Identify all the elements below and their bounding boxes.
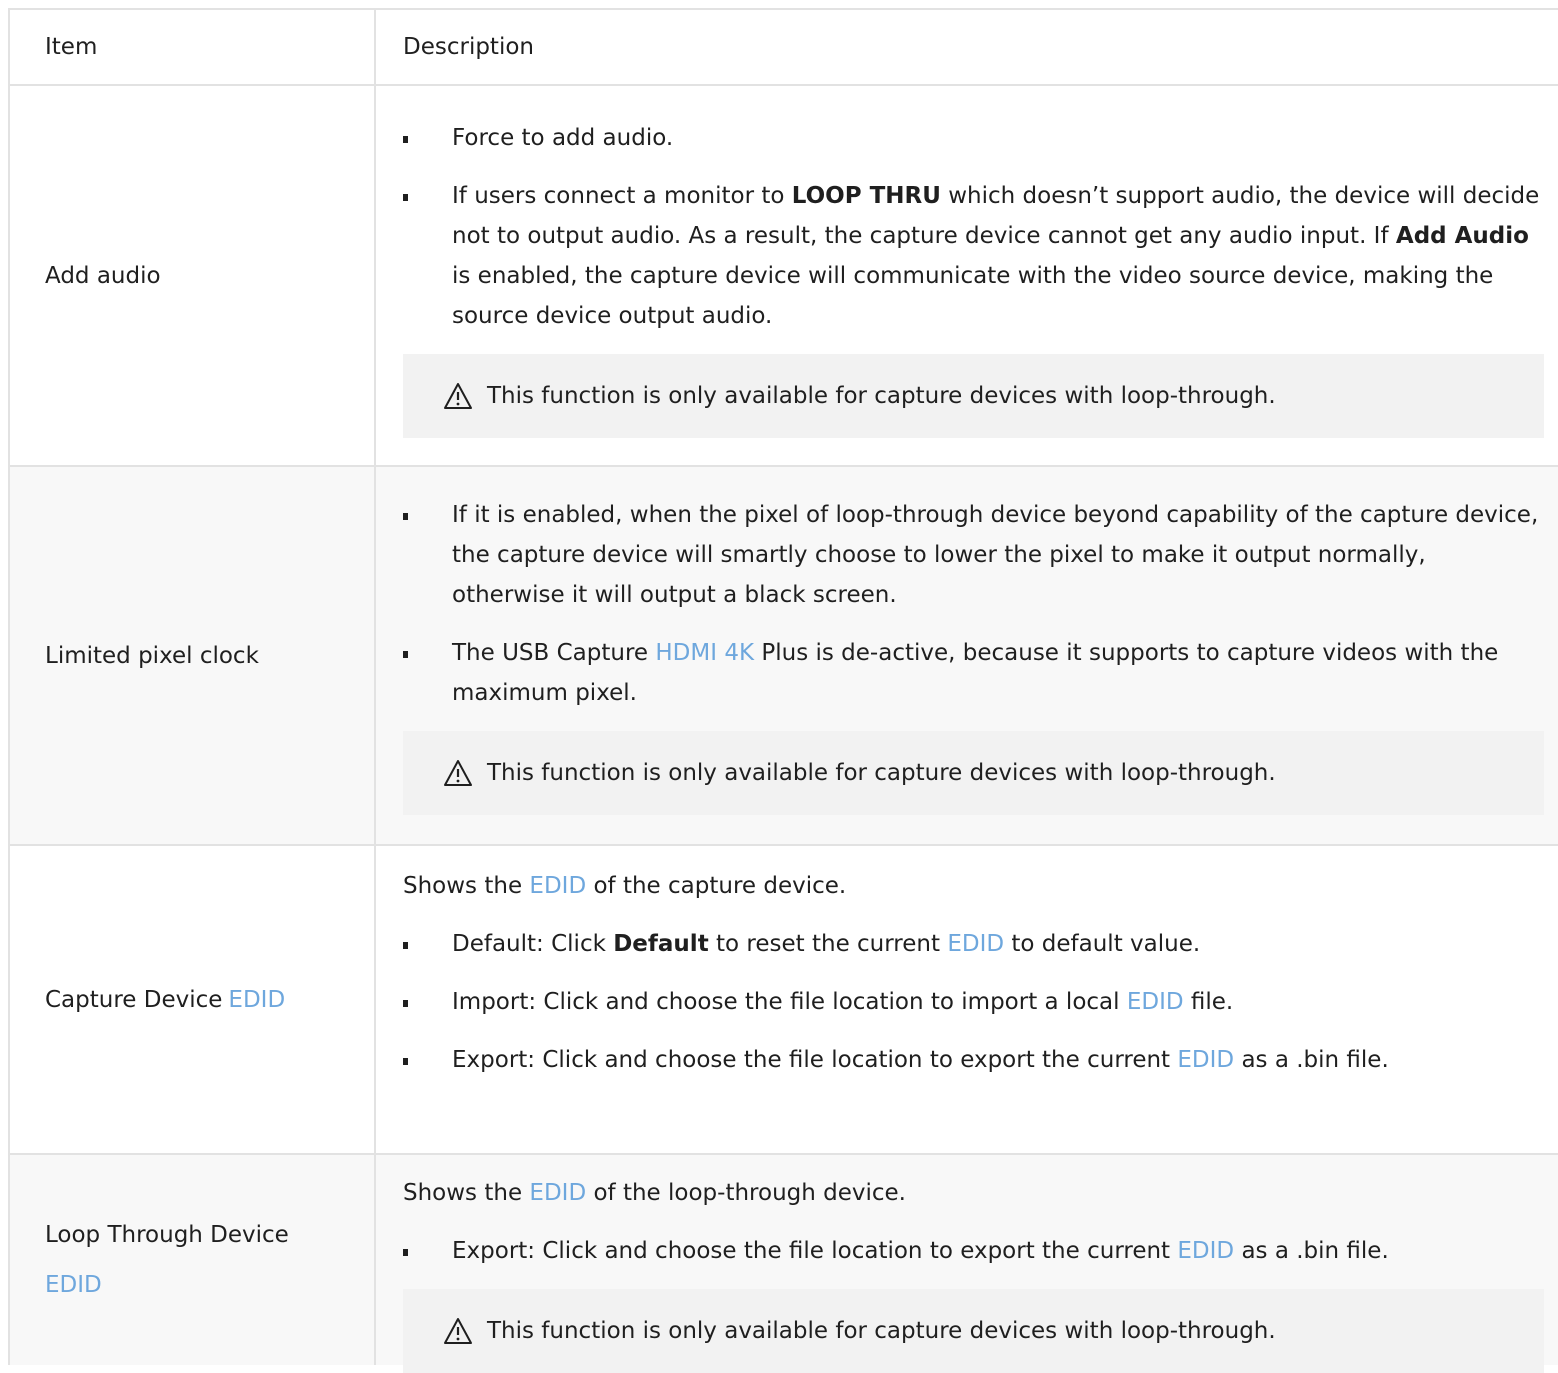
item-cell: Limited pixel clock — [10, 467, 376, 844]
edid-link[interactable]: EDID — [1127, 989, 1184, 1015]
edid-link[interactable]: EDID — [947, 931, 1004, 957]
edid-link[interactable]: EDID — [45, 1260, 289, 1310]
warning-triangle-icon — [444, 760, 472, 786]
note-box: This function is only available for capt… — [403, 354, 1544, 438]
edid-link[interactable]: EDID — [1177, 1047, 1234, 1073]
list-item: The USB Capture HDMI 4K Plus is de-activ… — [403, 633, 1544, 713]
note-box: This function is only available for capt… — [403, 731, 1544, 815]
bullet-list: Force to add audio. If users connect a m… — [403, 118, 1544, 336]
item-cell: Capture Device EDID — [10, 846, 376, 1153]
list-item: If users connect a monitor to LOOP THRU … — [403, 176, 1544, 336]
note-text: This function is only available for capt… — [487, 760, 1276, 786]
edid-link[interactable]: EDID — [1177, 1238, 1234, 1264]
description-cell: If it is enabled, when the pixel of loop… — [376, 467, 1558, 844]
list-item: Force to add audio. — [403, 118, 1544, 158]
table-header: Item Description — [10, 10, 1558, 86]
item-cell: Add audio — [10, 86, 376, 465]
note-text: This function is only available for capt… — [487, 383, 1276, 409]
bullet-list: Default: Click Default to reset the curr… — [403, 924, 1544, 1080]
warning-triangle-icon — [444, 383, 472, 409]
item-cell: Loop Through Device EDID — [10, 1155, 376, 1365]
properties-table: Item Description Add audio Force to add … — [8, 8, 1558, 1373]
table-row: Capture Device EDID Shows the EDID of th… — [10, 846, 1558, 1155]
edid-link[interactable]: EDID — [529, 873, 586, 899]
header-description: Description — [403, 34, 534, 60]
header-item: Item — [10, 10, 376, 84]
intro-text: Shows the EDID of the capture device. — [403, 873, 847, 899]
note-text: This function is only available for capt… — [487, 1318, 1276, 1344]
list-item: If it is enabled, when the pixel of loop… — [403, 495, 1544, 615]
description-cell: Shows the EDID of the loop-through devic… — [376, 1155, 1558, 1373]
table-row: Loop Through Device EDID Shows the EDID … — [10, 1155, 1558, 1373]
intro-text: Shows the EDID of the loop-through devic… — [403, 1180, 906, 1206]
description-cell: Force to add audio. If users connect a m… — [376, 86, 1558, 465]
list-item: Import: Click and choose the file locati… — [403, 982, 1544, 1022]
description-cell: Shows the EDID of the capture device. De… — [376, 846, 1558, 1153]
list-item: Export: Click and choose the file locati… — [403, 1040, 1544, 1080]
hdmi-4k-link[interactable]: HDMI 4K — [655, 640, 754, 666]
edid-link[interactable]: EDID — [228, 975, 285, 1025]
table-row: Add audio Force to add audio. If users c… — [10, 86, 1558, 467]
note-box: This function is only available for capt… — [403, 1289, 1544, 1373]
table-row: Limited pixel clock If it is enabled, wh… — [10, 467, 1558, 846]
list-item: Export: Click and choose the file locati… — [403, 1231, 1544, 1271]
list-item: Default: Click Default to reset the curr… — [403, 924, 1544, 964]
bullet-list: If it is enabled, when the pixel of loop… — [403, 495, 1544, 713]
warning-triangle-icon — [444, 1318, 472, 1344]
edid-link[interactable]: EDID — [529, 1180, 586, 1206]
bullet-list: Export: Click and choose the file locati… — [403, 1231, 1544, 1271]
